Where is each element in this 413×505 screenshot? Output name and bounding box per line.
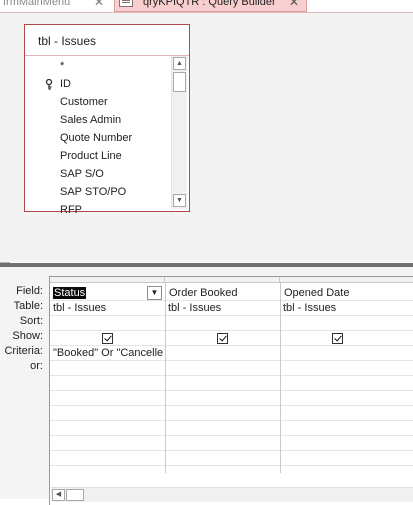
row-divider [50, 450, 413, 451]
close-icon[interactable]: ✕ [94, 0, 104, 10]
grid-field-cell[interactable]: Status [53, 286, 143, 300]
row-divider [50, 360, 413, 361]
field-list[interactable]: * ID Customer Sales Admin Quote Number P… [25, 56, 171, 222]
field-name-selected[interactable]: Status [53, 287, 87, 299]
column-selector[interactable] [165, 277, 280, 283]
grid-table-cell[interactable]: tbl - Issues [53, 301, 163, 315]
document-tab-strip: frmMainMenu ✕ qryKPIQTR : Query Builder … [0, 0, 413, 12]
row-label-show: Show: [12, 330, 43, 342]
row-divider [50, 435, 413, 436]
field-item[interactable]: RFP [60, 201, 82, 219]
query-design-grid[interactable]: Status ▼ tbl - Issues "Booked" Or "Cance… [49, 276, 413, 505]
grid-criteria-cell[interactable]: "Booked" Or "Cancelle [53, 346, 164, 360]
grid-horizontal-scrollbar[interactable]: ◀ [51, 487, 413, 502]
field-item[interactable]: * [60, 57, 64, 75]
tab-frm-main-menu[interactable]: frmMainMenu ✕ [0, 0, 112, 12]
show-checkbox[interactable] [102, 333, 113, 344]
field-item[interactable]: Quote Number [60, 129, 132, 147]
scrollbar-thumb[interactable] [66, 489, 84, 501]
row-label-or: or: [30, 360, 43, 372]
row-label-criteria: Criteria: [4, 345, 43, 357]
tab-label: qryKPIQTR : Query Builder [143, 0, 276, 8]
key-icon [45, 79, 53, 90]
field-item[interactable]: Sales Admin [60, 111, 121, 129]
row-divider [50, 465, 413, 466]
grid-field-cell[interactable]: Opened Date [284, 286, 409, 300]
row-divider [50, 375, 413, 376]
row-label-table: Table: [13, 300, 43, 312]
design-grid-pane: Field: Table: Sort: Show: Criteria: or: … [0, 267, 413, 505]
field-item[interactable]: Customer [60, 93, 108, 111]
field-item[interactable]: SAP STO/PO [60, 183, 126, 201]
scroll-down-icon[interactable]: ▼ [173, 194, 186, 207]
show-checkbox[interactable] [332, 333, 343, 344]
scroll-left-icon[interactable]: ◀ [52, 489, 65, 501]
row-divider [50, 390, 413, 391]
column-selector[interactable] [50, 277, 165, 283]
query-icon [119, 0, 133, 7]
column-selector[interactable] [280, 277, 413, 283]
row-divider [50, 330, 413, 331]
tab-query-builder[interactable]: qryKPIQTR : Query Builder ✕ [114, 0, 307, 12]
tab-label: frmMainMenu [3, 0, 71, 8]
chevron-down-icon[interactable]: ▼ [147, 286, 162, 300]
field-list-scrollbar[interactable]: ▲ ▼ [171, 56, 187, 209]
query-design-upper-pane[interactable]: tbl - Issues * ID Customer Sales Admin Q… [0, 13, 413, 274]
field-item[interactable]: ID [60, 75, 71, 93]
field-item[interactable]: SAP S/O [60, 165, 104, 183]
row-divider [50, 405, 413, 406]
show-checkbox[interactable] [217, 333, 228, 344]
close-icon[interactable]: ✕ [289, 0, 299, 10]
grid-field-cell[interactable]: Order Booked [169, 286, 279, 300]
field-item[interactable]: Product Line [60, 147, 122, 165]
grid-table-cell[interactable]: tbl - Issues [168, 301, 278, 315]
scroll-up-icon[interactable]: ▲ [173, 57, 186, 70]
row-label-sort: Sort: [19, 315, 43, 327]
grid-table-cell[interactable]: tbl - Issues [283, 301, 408, 315]
scrollbar-thumb[interactable] [173, 72, 186, 92]
row-divider [50, 315, 413, 316]
field-list-title[interactable]: tbl - Issues [38, 34, 96, 48]
row-label-field: Field: [16, 285, 43, 297]
row-divider [50, 420, 413, 421]
column-divider [165, 283, 166, 473]
column-divider [280, 283, 281, 473]
field-list-tbl-issues[interactable]: tbl - Issues * ID Customer Sales Admin Q… [24, 24, 190, 216]
